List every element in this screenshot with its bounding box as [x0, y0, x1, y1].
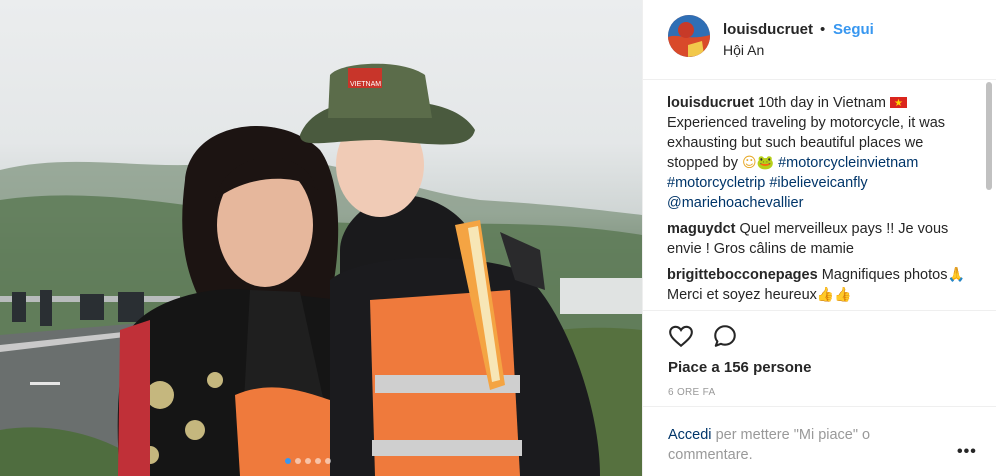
hashtag-link[interactable]: #motorcycleinvietnam	[778, 155, 918, 171]
follow-button[interactable]: Segui	[833, 21, 874, 38]
carousel-dot[interactable]	[315, 458, 321, 464]
comments-scrollbar[interactable]	[986, 82, 992, 190]
caption: louisducruet 10th day in Vietnam Experie…	[667, 93, 967, 213]
post-header: louisducruet • Segui Hội An	[643, 0, 996, 80]
post-username[interactable]: louisducruet	[723, 21, 813, 38]
caption-text: 10th day in Vietnam	[758, 95, 886, 111]
smiling-face-emoji: ☺	[741, 155, 757, 171]
frog-emoji: 🐸	[756, 155, 775, 171]
login-link[interactable]: Accedi	[668, 427, 712, 443]
carousel-dot[interactable]	[325, 458, 331, 464]
comment-icon[interactable]	[712, 323, 738, 349]
likes-count[interactable]: Piace a 156 persone	[668, 359, 811, 376]
avatar[interactable]	[668, 15, 710, 57]
hashtag-link[interactable]: #motorcycletrip	[667, 175, 765, 191]
caption-username[interactable]: louisducruet	[667, 95, 754, 111]
post-timestamp[interactable]: 6 ORE FA	[668, 387, 715, 398]
thumbs-up-emoji: 👍👍	[816, 287, 852, 303]
comment-username[interactable]: maguydct	[667, 221, 736, 237]
comment-text: Magnifiques photos	[821, 267, 948, 283]
comment-text-continued: Merci et soyez heureux	[667, 287, 817, 303]
praying-hands-emoji: 🙏	[947, 267, 965, 283]
post-actions: Piace a 156 persone 6 ORE FA	[643, 310, 996, 406]
post-details-panel: louisducruet • Segui Hội An louisducruet…	[642, 0, 996, 476]
login-prompt: Accedi per mettere "Mi piace" o commenta…	[668, 425, 918, 465]
carousel-dot[interactable]	[295, 458, 301, 464]
carousel-indicator[interactable]	[285, 458, 331, 464]
comment-item: maguydct Quel merveilleux pays !! Je vou…	[667, 219, 967, 259]
photo-illustration: VIETNAM	[0, 63, 642, 476]
post-location[interactable]: Hội An	[723, 42, 764, 58]
carousel-dot-active[interactable]	[285, 458, 291, 464]
mention-link[interactable]: @mariehoachevallier	[667, 195, 803, 211]
carousel-dot[interactable]	[305, 458, 311, 464]
post-footer: Accedi per mettere "Mi piace" o commenta…	[643, 406, 996, 476]
flag-vietnam-icon	[889, 94, 907, 114]
comments-list: louisducruet 10th day in Vietnam Experie…	[667, 93, 967, 309]
comment-item: brigittebocconepages Magnifiques photos🙏…	[667, 265, 967, 305]
avatar-image	[668, 15, 710, 57]
separator-bullet: •	[820, 21, 826, 38]
more-options-icon[interactable]: •••	[957, 443, 977, 461]
svg-text:VIETNAM: VIETNAM	[350, 81, 381, 88]
heart-icon[interactable]	[668, 323, 694, 349]
hashtag-link[interactable]: #ibelieveicanfly	[769, 175, 867, 191]
comment-username[interactable]: brigittebocconepages	[667, 267, 818, 283]
post-photo[interactable]: VIETNAM	[0, 0, 642, 476]
